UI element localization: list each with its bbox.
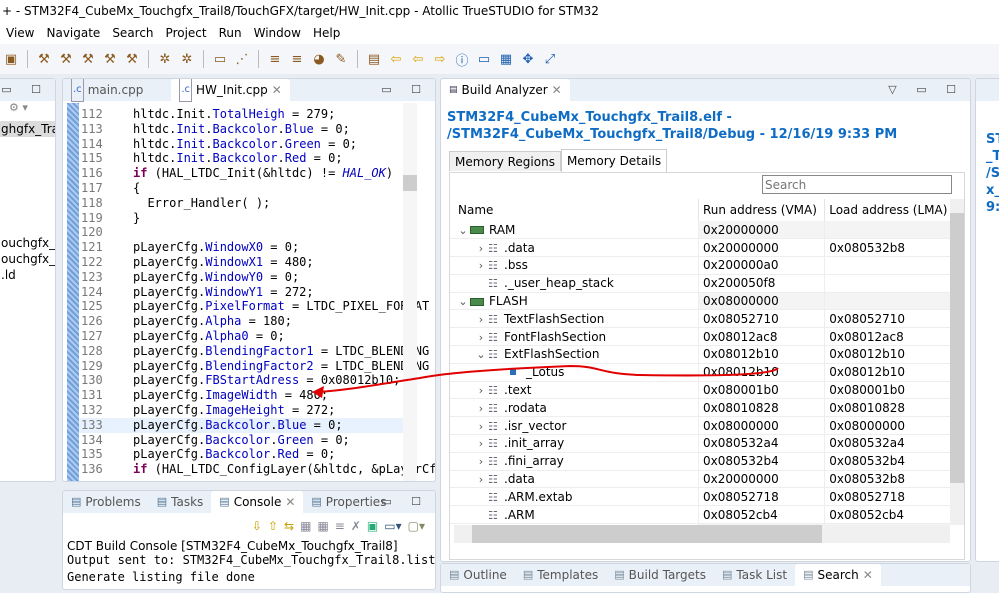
red-annotation [312, 364, 779, 398]
annotation-arrowhead [312, 386, 324, 398]
annotation-stroke [317, 364, 779, 393]
